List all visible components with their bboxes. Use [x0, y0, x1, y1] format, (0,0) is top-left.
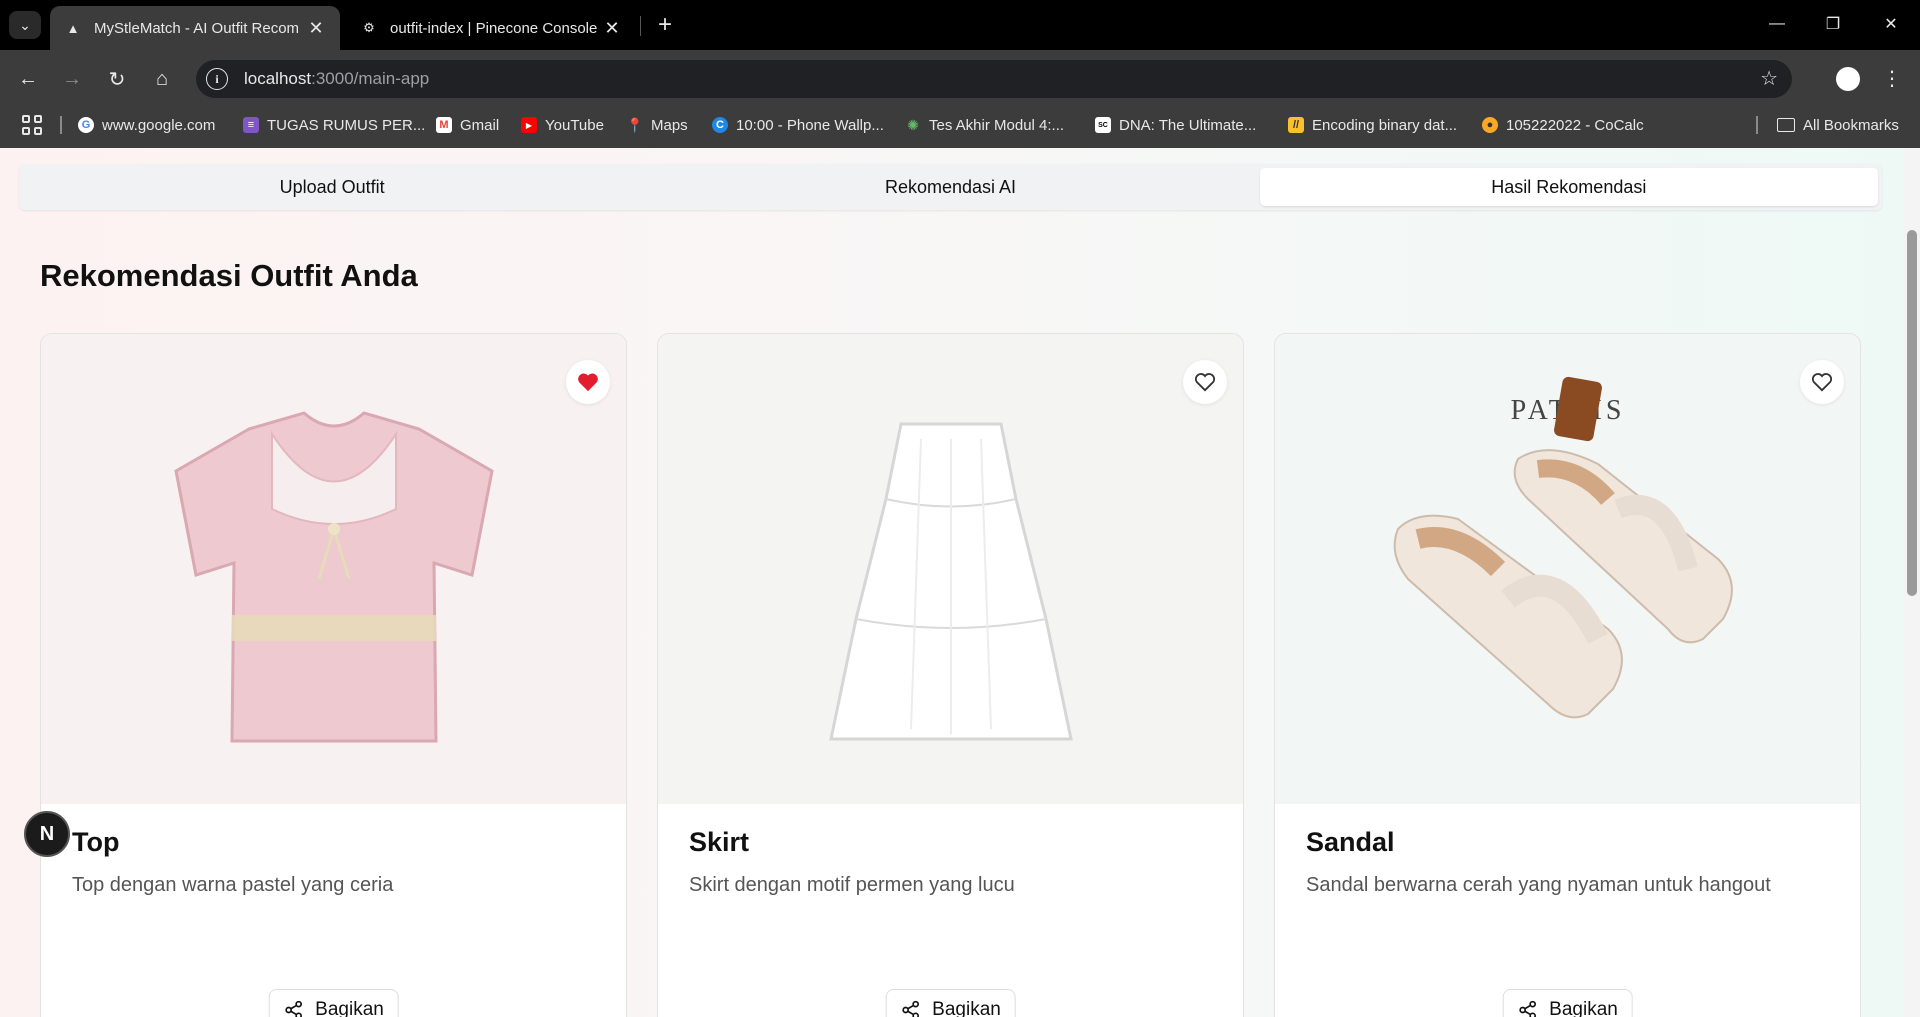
forms-icon: ≡ — [243, 117, 259, 133]
favorite-button[interactable] — [1800, 360, 1844, 404]
browser-tab-mystlematch[interactable]: ▲ MyStleMatch - AI Outfit Recom ✕ — [50, 6, 340, 50]
share-label: Bagikan — [1549, 999, 1618, 1017]
bookmark-label: YouTube — [545, 116, 604, 134]
main-app-page: Upload Outfit Rekomendasi AI Hasil Rekom… — [0, 148, 1920, 1017]
bookmark-label: TUGAS RUMUS PER... — [267, 116, 426, 134]
card-description: Skirt dengan motif permen yang lucu — [689, 874, 1015, 896]
gmail-icon: M — [436, 117, 452, 133]
tab-upload-outfit[interactable]: Upload Outfit — [23, 168, 641, 206]
bookmark-maps[interactable]: 📍 Maps — [626, 114, 688, 136]
bookmark-divider — [1756, 116, 1758, 134]
section-tabs: Upload Outfit Rekomendasi AI Hasil Rekom… — [19, 164, 1882, 210]
bookmark-label: 105222022 - CoCalc — [1506, 116, 1644, 134]
home-icon[interactable]: ⌂ — [146, 63, 178, 95]
nextjs-dev-badge[interactable]: N — [24, 811, 70, 857]
bookmark-youtube[interactable]: ▶ YouTube — [521, 114, 604, 136]
bookmark-label: Maps — [651, 116, 688, 134]
back-arrow-icon[interactable]: ← — [12, 63, 44, 95]
favorite-button[interactable] — [566, 360, 610, 404]
restore-button[interactable]: ❐ — [1810, 8, 1856, 40]
bookmark-tugas-rumus[interactable]: ≡ TUGAS RUMUS PER... — [243, 114, 425, 136]
share-button[interactable]: Bagikan — [885, 989, 1016, 1017]
reload-icon[interactable]: ↻ — [101, 63, 133, 95]
all-bookmarks-button[interactable]: All Bookmarks — [1777, 114, 1899, 136]
top-image — [41, 334, 626, 804]
tab-search-menu-button[interactable]: ⌄ — [9, 11, 41, 39]
share-icon — [284, 1000, 302, 1017]
address-bar[interactable]: i localhost:3000/main-app ☆ — [196, 60, 1792, 98]
sparkle-icon: ✺ — [907, 116, 919, 133]
circle-c-icon: C — [712, 117, 728, 133]
close-window-button[interactable]: ✕ — [1868, 8, 1914, 40]
tab-strip: ⌄ ▲ MyStleMatch - AI Outfit Recom ✕ ⚙ ou… — [0, 0, 1920, 50]
profile-avatar[interactable] — [1836, 67, 1860, 91]
bookmark-label: DNA: The Ultimate... — [1119, 116, 1257, 134]
close-tab-icon[interactable]: ✕ — [602, 18, 622, 39]
share-label: Bagikan — [315, 999, 384, 1017]
url-text: localhost:3000/main-app — [244, 69, 430, 88]
bookmark-label: Encoding binary dat... — [1312, 116, 1458, 134]
tab-hasil-rekomendasi[interactable]: Hasil Rekomendasi — [1259, 168, 1878, 206]
bookmark-label: Tes Akhir Modul 4:... — [929, 116, 1065, 134]
bookmark-divider — [60, 116, 62, 134]
bookmark-tes-akhir[interactable]: ✺ Tes Akhir Modul 4:... — [905, 114, 1064, 136]
browser-tab-pinecone[interactable]: ⚙ outfit-index | Pinecone Console ✕ — [346, 6, 636, 50]
heart-outline-icon — [1194, 373, 1216, 392]
scrollbar-thumb[interactable] — [1907, 230, 1917, 596]
bookmark-label: 10:00 - Phone Wallp... — [736, 116, 884, 134]
scam-icon: SC — [1095, 117, 1111, 133]
youtube-icon: ▶ — [521, 117, 537, 133]
share-button[interactable]: Bagikan — [1502, 989, 1633, 1017]
bookmark-cocalc[interactable]: ● 105222022 - CoCalc — [1482, 114, 1644, 136]
bookmark-phone-wallpaper[interactable]: C 10:00 - Phone Wallp... — [712, 114, 884, 136]
card-title: Top — [72, 827, 120, 857]
tab-title: MyStleMatch - AI Outfit Recom — [94, 19, 300, 37]
browser-toolbar: ← → ↻ ⌂ i localhost:3000/main-app ☆ — [0, 50, 1920, 108]
favorite-button[interactable] — [1183, 360, 1227, 404]
site-info-icon[interactable]: i — [206, 68, 228, 90]
browser-menu-icon[interactable]: ⋮ — [1880, 62, 1904, 94]
card-description: Top dengan warna pastel yang ceria — [72, 874, 394, 896]
gear-icon: ⚙ — [363, 20, 375, 35]
bookmark-gmail[interactable]: M Gmail — [436, 114, 499, 136]
bookmark-label: www.google.com — [102, 116, 216, 134]
all-bookmarks-label: All Bookmarks — [1803, 116, 1899, 134]
close-tab-icon[interactable]: ✕ — [306, 18, 326, 39]
new-tab-button[interactable]: + — [650, 10, 680, 40]
card-title: Sandal — [1306, 827, 1395, 857]
card-description: Sandal berwarna cerah yang nyaman untuk … — [1306, 874, 1771, 896]
outfit-card-skirt: Skirt Skirt dengan motif permen yang luc… — [657, 333, 1244, 1017]
sandal-image: PATRIS — [1275, 334, 1860, 804]
bookmark-dna[interactable]: SC DNA: The Ultimate... — [1095, 114, 1256, 136]
outfit-card-sandal: PATRIS Sandal Sandal berwarna cerah yang… — [1274, 333, 1861, 1017]
forward-arrow-icon[interactable]: → — [56, 63, 88, 95]
share-button[interactable]: Bagikan — [268, 989, 399, 1017]
page-title: Rekomendasi Outfit Anda — [40, 258, 418, 293]
bookmark-google[interactable]: G www.google.com — [78, 114, 215, 136]
skirt-image — [658, 334, 1243, 804]
card-title: Skirt — [689, 827, 750, 857]
tab-rekomendasi-ai[interactable]: Rekomendasi AI — [641, 168, 1259, 206]
heart-outline-icon — [1811, 373, 1833, 392]
share-icon — [901, 1000, 919, 1017]
share-label: Bagikan — [932, 999, 1001, 1017]
tab-title: outfit-index | Pinecone Console — [390, 19, 598, 37]
google-icon: G — [78, 117, 94, 133]
minimize-button[interactable]: — — [1754, 8, 1800, 40]
apps-grid-icon[interactable] — [22, 115, 42, 135]
outfit-card-top: Top Top dengan warna pastel yang ceria B… — [40, 333, 627, 1017]
folder-icon — [1777, 118, 1795, 132]
bookmark-star-icon[interactable]: ☆ — [1760, 66, 1778, 91]
maps-icon: 📍 — [626, 116, 644, 133]
tab-divider — [640, 16, 641, 36]
stripes-icon: // — [1288, 117, 1304, 133]
heart-filled-icon — [578, 373, 598, 392]
triangle-logo-icon: ▲ — [66, 20, 80, 36]
bookmark-encoding-binary[interactable]: // Encoding binary dat... — [1288, 114, 1457, 136]
share-icon — [1518, 1000, 1536, 1017]
bookmark-label: Gmail — [460, 116, 500, 134]
cocalc-icon: ● — [1482, 117, 1498, 133]
